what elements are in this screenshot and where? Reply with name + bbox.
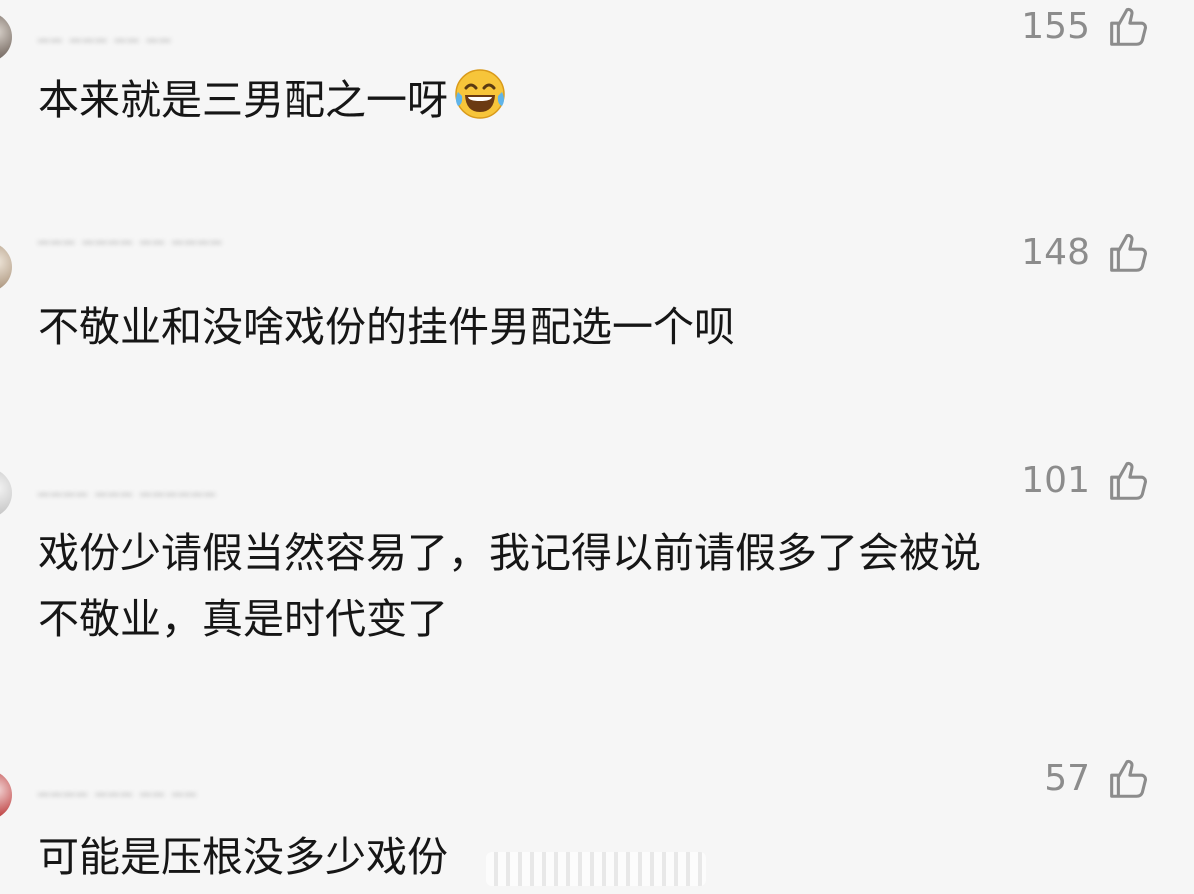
thumbs-up-icon[interactable]	[1104, 230, 1150, 276]
like-count: 155	[1021, 6, 1090, 47]
avatar[interactable]	[0, 770, 12, 820]
like-button[interactable]: 57	[1044, 756, 1150, 802]
comment-line: 不敬业和没啥戏份的挂件男配选一个呗	[38, 303, 735, 351]
avatar[interactable]	[0, 468, 12, 518]
avatar[interactable]	[0, 242, 12, 292]
comment-text: 戏份少请假当然容易了，我记得以前请假多了会被说 不敬业，真是时代变了	[38, 520, 981, 652]
comment-username[interactable]: ▂▂ ▂▂▂ ▂▂ ▂▂	[38, 28, 172, 42]
comment-text: 本来就是三男配之一呀	[38, 66, 508, 133]
comment-line: 可能是压根没多少戏份	[38, 833, 448, 881]
comment-line: 本来就是三男配之一呀	[38, 76, 448, 124]
like-button[interactable]: 155	[1021, 4, 1150, 50]
comment-line: 不敬业，真是时代变了	[38, 595, 448, 643]
watermark	[486, 852, 706, 886]
comment-line: 戏份少请假当然容易了，我记得以前请假多了会被说	[38, 529, 981, 577]
like-count: 148	[1021, 232, 1090, 273]
tears-of-joy-emoji	[455, 69, 505, 119]
comment-username[interactable]: ▂▂▂▂ ▂▂▂ ▂▂ ▂▂	[38, 782, 198, 796]
like-count: 57	[1044, 758, 1090, 799]
avatar[interactable]	[0, 12, 12, 62]
comment-username[interactable]: ▂▂▂▂ ▂▂▂ ▂▂▂▂▂▂	[38, 482, 217, 496]
thumbs-up-icon[interactable]	[1104, 458, 1150, 504]
comment-username[interactable]: ▂▂▂ ▂▂▂▂ ▂▂ ▂▂▂▂	[38, 230, 223, 244]
thumbs-up-icon[interactable]	[1104, 756, 1150, 802]
thumbs-up-icon[interactable]	[1104, 4, 1150, 50]
like-count: 101	[1021, 460, 1090, 501]
comment-text: 不敬业和没啥戏份的挂件男配选一个呗	[38, 294, 735, 360]
like-button[interactable]: 148	[1021, 230, 1150, 276]
like-button[interactable]: 101	[1021, 458, 1150, 504]
comment-text: 可能是压根没多少戏份	[38, 824, 448, 890]
